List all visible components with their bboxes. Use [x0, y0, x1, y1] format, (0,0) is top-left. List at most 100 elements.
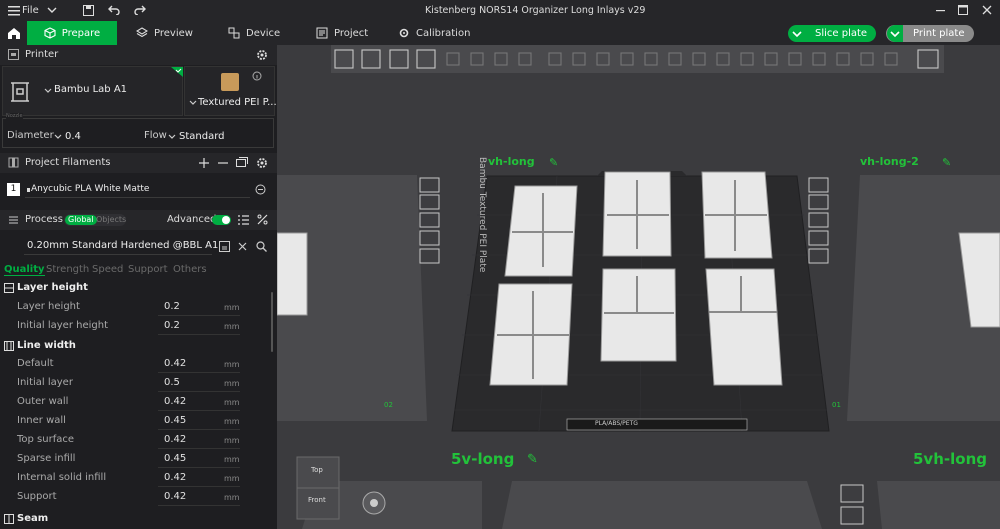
delete-plate-icon[interactable] — [419, 177, 440, 193]
tab-support[interactable]: Support — [128, 264, 168, 275]
tab-quality[interactable]: Quality — [4, 264, 45, 276]
redo-icon[interactable] — [134, 5, 146, 15]
lock-plate-icon[interactable] — [419, 230, 440, 246]
tab-strength[interactable]: Strength — [46, 264, 89, 275]
view-cube-front-label[interactable]: Front — [308, 496, 326, 504]
undo-icon[interactable] — [108, 5, 120, 15]
plate-type-name: Textured PEI P... — [198, 97, 277, 108]
print-dropdown[interactable] — [887, 25, 903, 42]
setting-unit: mm — [224, 322, 240, 331]
plate-name-label[interactable]: 5vh-long — [913, 450, 987, 468]
setting-label: Outer wall — [17, 396, 69, 407]
plate-settings-icon[interactable] — [419, 248, 440, 264]
maximize-icon[interactable] — [958, 5, 968, 15]
setting-unit: mm — [224, 303, 240, 312]
model-box-partial[interactable] — [277, 232, 308, 316]
remove-icon[interactable] — [218, 158, 228, 168]
group-seam-title: Seam — [17, 513, 49, 524]
toggle-objects[interactable]: Objects — [96, 215, 126, 224]
filament-item[interactable]: 1 Anycubic PLA White Matte — [5, 182, 270, 198]
tab-prepare[interactable]: Prepare — [27, 21, 117, 45]
slice-dropdown[interactable] — [789, 25, 805, 42]
model-box[interactable] — [705, 268, 783, 386]
orient-plate-icon[interactable] — [419, 212, 440, 228]
close-icon[interactable] — [238, 242, 247, 251]
printer-name: Bambu Lab A1 — [54, 84, 128, 95]
tab-others[interactable]: Others — [173, 264, 207, 275]
info-icon[interactable] — [252, 71, 262, 81]
flow-select[interactable]: Standard — [168, 128, 268, 145]
setting-value: 0.2 — [164, 320, 180, 331]
diameter-value: 0.4 — [65, 131, 81, 142]
list-icon[interactable] — [238, 215, 249, 225]
process-preset-select[interactable]: 0.20mm Standard Hardened @BBL A1 — [24, 237, 218, 255]
setting-label: Inner wall — [17, 415, 66, 426]
model-box[interactable] — [600, 268, 677, 362]
setting-label: Layer height — [17, 301, 80, 312]
settings-icon[interactable] — [256, 157, 268, 169]
plate-name-label[interactable]: vh-long-2 — [860, 155, 919, 168]
close-icon[interactable] — [982, 5, 992, 15]
settings-scrollbar[interactable] — [271, 292, 273, 352]
filament-index-badge: 1 — [7, 183, 20, 196]
tab-device[interactable]: Device — [228, 21, 280, 45]
search-icon[interactable] — [256, 241, 267, 252]
add-icon[interactable] — [199, 158, 209, 168]
tab-device-label: Device — [246, 27, 281, 39]
setting-unit: mm — [224, 398, 240, 407]
advanced-switch[interactable] — [212, 215, 231, 225]
process-section-header: Process Global Objects Advanced — [0, 210, 277, 230]
plate-name-label[interactable]: 5v-long — [451, 450, 514, 468]
setting-unit: mm — [224, 379, 240, 388]
setting-row: Internal solid infill 0.42 mm — [0, 469, 270, 488]
flow-label: Flow — [144, 130, 167, 141]
setting-row: Sparse infill 0.45 mm — [0, 450, 270, 469]
setting-value: 0.42 — [164, 472, 187, 483]
setting-unit: mm — [224, 493, 240, 502]
edit-name-icon[interactable]: ✎ — [549, 156, 558, 169]
toggle-global[interactable]: Global — [65, 215, 97, 225]
chevron-down-icon — [792, 31, 802, 38]
arrange-plate-icon[interactable] — [840, 506, 864, 525]
layer-height-icon — [4, 282, 14, 293]
settings-icon[interactable] — [256, 49, 268, 61]
viewport-3d[interactable]: vh-long ✎ vh-long-2 ✎ 5v-long ✎ 5vh-long… — [277, 45, 1000, 529]
group-seam: Seam — [4, 513, 48, 524]
minimize-icon[interactable] — [936, 10, 945, 12]
filament-select[interactable] — [25, 182, 250, 198]
more-options-icon[interactable] — [255, 184, 266, 195]
bed-corner-number: 02 — [384, 401, 393, 409]
edit-name-icon[interactable]: ✎ — [942, 156, 951, 169]
edit-name-icon[interactable]: ✎ — [527, 452, 538, 467]
delete-plate-icon[interactable] — [808, 177, 829, 193]
filaments-section-header: Project Filaments — [0, 153, 277, 173]
printer-card[interactable]: Bambu Lab A1 — [2, 66, 183, 116]
save-icon[interactable] — [83, 5, 94, 16]
menu-icon[interactable] — [8, 5, 20, 16]
sync-icon[interactable] — [236, 157, 248, 168]
chevron-down-icon[interactable] — [47, 7, 57, 14]
file-menu[interactable]: File — [22, 5, 39, 16]
save-preset-icon[interactable] — [219, 241, 230, 252]
orient-plate-icon[interactable] — [808, 212, 829, 228]
home-button[interactable] — [0, 21, 27, 45]
percent-icon[interactable] — [257, 214, 268, 225]
tab-preview[interactable]: Preview — [136, 21, 193, 45]
tab-calibration[interactable]: Calibration — [398, 21, 470, 45]
plate-type-card[interactable]: Textured PEI P... — [184, 66, 277, 116]
tab-prepare-label: Prepare — [61, 27, 101, 39]
plate-settings-icon[interactable] — [808, 248, 829, 264]
arrange-plate-icon[interactable] — [808, 194, 829, 210]
plate-name-label[interactable]: vh-long — [488, 155, 535, 168]
slice-plate-label: Slice plate — [815, 28, 868, 39]
slice-plate-button[interactable]: Slice plate — [788, 25, 876, 42]
print-plate-button[interactable]: Print plate — [886, 25, 974, 42]
tab-speed[interactable]: Speed — [92, 264, 123, 275]
delete-plate-icon[interactable] — [840, 484, 864, 503]
arrange-plate-icon[interactable] — [419, 194, 440, 210]
view-cube-top-label[interactable]: Top — [311, 466, 323, 474]
lock-plate-icon[interactable] — [808, 230, 829, 246]
sidebar: Printer Bambu Lab A1 Textured PEI P... N… — [0, 45, 277, 529]
diameter-select[interactable]: 0.4 — [54, 128, 138, 145]
tab-project[interactable]: Project — [316, 21, 368, 45]
